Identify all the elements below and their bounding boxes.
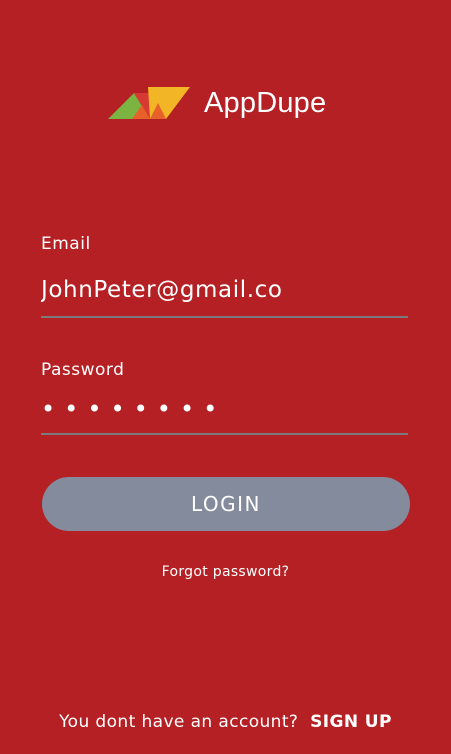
- app-name: AppDupe: [204, 86, 327, 119]
- forgot-password-link[interactable]: Forgot password?: [0, 564, 451, 580]
- login-button[interactable]: LOGIN: [42, 477, 410, 531]
- email-label: Email: [41, 234, 91, 254]
- signup-row: You dont have an account? SIGN UP: [0, 712, 451, 732]
- app-logo: AppDupe: [108, 83, 326, 123]
- email-field[interactable]: [41, 272, 408, 308]
- email-underline: [41, 316, 408, 318]
- password-underline: [41, 433, 408, 435]
- signup-link[interactable]: SIGN UP: [310, 712, 392, 732]
- logo-mark-icon: [108, 87, 190, 119]
- signup-prompt: You dont have an account?: [59, 712, 299, 732]
- password-label: Password: [41, 360, 125, 380]
- password-field[interactable]: [41, 392, 408, 426]
